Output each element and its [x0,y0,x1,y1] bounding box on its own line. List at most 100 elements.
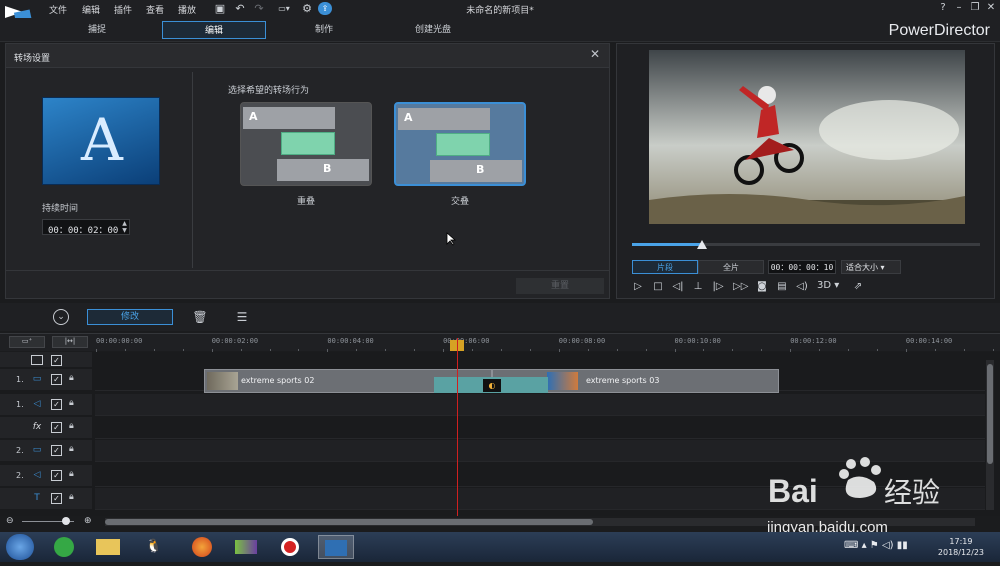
clip-thumbnail [547,372,578,390]
lock-icon[interactable]: 🔒︎ [69,444,74,454]
horizontal-scroll-thumb[interactable] [105,519,593,525]
movie-mode-button[interactable]: 全片 [698,260,764,274]
ruler-tick [934,349,936,351]
collapse-icon[interactable]: ⌄ [53,309,69,325]
fast-forward-icon[interactable]: ▷▷ [733,280,748,294]
track-header: T ✓ 🔒︎ [0,488,92,510]
powerdirector-taskbar-icon[interactable] [318,535,354,559]
file-explorer-icon[interactable] [90,535,126,559]
track-enable-checkbox[interactable]: ✓ [51,399,62,410]
tab-create-disc[interactable]: 创建光盘 [381,21,485,39]
overlap-option-button[interactable]: A B [240,102,372,186]
duration-field[interactable]: 00：00：02：00 ▲ ▼ [42,219,130,236]
next-frame-icon[interactable]: |▷ [711,280,725,294]
clip-b-block: B [277,159,369,181]
lock-icon[interactable]: 🔒︎ [69,421,74,431]
transition-block [281,132,335,155]
start-button-icon[interactable] [6,534,34,560]
ruler-label: 00:00:14:00 [905,337,953,345]
3d-mode-dropdown[interactable]: 3D ▾ [817,280,839,291]
track-header: 1. ▭ ✓ 🔒︎ [0,369,92,391]
recorder-icon[interactable] [272,535,308,559]
overlap-option-label: 重叠 [296,197,315,207]
ruler-tick [963,349,965,351]
track-lane[interactable] [95,417,985,439]
zoom-out-icon[interactable]: ⊖ [6,516,14,526]
duration-value[interactable]: 00：00：02：00 [48,223,118,236]
preview-scrubber[interactable] [632,243,980,246]
restore-icon[interactable]: ❐ [968,1,982,15]
ruler-tick [124,349,126,351]
transition-icon[interactable]: ◐ [483,379,501,392]
track-number: 2. [16,446,24,455]
zoom-handle[interactable] [62,517,70,525]
panel-header: 转场设置 ✕ [6,44,609,68]
clip-mode-button[interactable]: 片段 [632,260,698,274]
track-enable-checkbox[interactable]: ✓ [51,470,62,481]
delete-icon[interactable]: 🗑 [192,309,208,325]
zoom-in-icon[interactable]: ⊕ [84,516,92,526]
tab-produce[interactable]: 制作 [272,21,376,39]
cross-option-button[interactable]: A B [394,102,526,186]
track-enable-checkbox[interactable]: ✓ [51,422,62,433]
preview-timecode[interactable]: 00：00：00：10 [768,260,836,274]
brand-name: PowerDirector [888,22,990,39]
tab-capture[interactable]: 捕捉 [45,21,149,39]
all-tracks-icon[interactable] [31,355,43,365]
all-tracks-checkbox[interactable]: ✓ [51,355,62,366]
ruler-tick [414,349,416,351]
close-icon[interactable]: ✕ [984,1,998,15]
fit-timeline-icon[interactable]: |↔| [52,336,88,348]
ruler-tick [645,349,647,351]
play-icon[interactable]: ▷ [631,280,645,294]
timeline-zoom-slider[interactable]: ⊖ ⊕ [6,516,96,527]
audio-track-icon: ◁ [33,399,41,409]
ruler-tick [529,349,531,351]
track-lane[interactable] [95,394,985,416]
scrubber-handle[interactable] [697,240,707,249]
volume-icon[interactable]: ◁) [795,280,809,294]
ruler-tick [587,349,589,351]
previous-frame-icon[interactable]: ◁| [671,280,685,294]
fit-size-dropdown[interactable]: 适合大小 ▾ [841,260,901,274]
minimize-icon[interactable]: – [952,1,966,15]
undock-icon[interactable]: ⇗ [851,280,865,294]
lock-icon[interactable]: 🔒︎ [69,492,74,502]
system-tray[interactable]: ⌨ ▴ ⚑ ◁) ▮▮ [844,540,908,551]
track-manager-icon[interactable]: ▭⁺ [9,336,45,348]
duration-spinner-icon[interactable]: ▲ ▼ [119,220,130,234]
system-clock[interactable]: 17:19 2018/12/23 [938,536,984,558]
ruler-label: 00:00:10:00 [674,337,721,345]
transition-settings-panel: 转场设置 ✕ A 持续时间 00：00：02：00 ▲ ▼ 选择希望的转场行为 A… [5,43,610,299]
stop-icon[interactable]: □ [651,280,665,294]
subtitles-icon[interactable]: ▤ [775,280,789,294]
ruler-tick [298,349,300,351]
360-browser-icon[interactable] [46,535,82,559]
ruler-tick [385,349,387,351]
vertical-scroll-thumb[interactable] [987,364,993,464]
track-enable-checkbox[interactable]: ✓ [51,374,62,385]
lock-icon[interactable]: 🔒︎ [69,469,74,479]
media-player-icon[interactable] [228,535,264,559]
help-icon[interactable]: ? [936,1,950,15]
firefox-icon[interactable] [184,535,220,559]
more-functions-icon[interactable]: ☰ [234,309,250,325]
lock-icon[interactable]: 🔒︎ [69,398,74,408]
panel-footer-line [6,270,609,271]
tab-edit[interactable]: 编辑 [162,21,266,39]
clip-name: extreme sports 02 [241,376,315,385]
reset-button[interactable]: 重置 [516,278,604,294]
modify-button[interactable]: 修改 [87,309,173,325]
snapshot-icon[interactable]: ◙ [755,280,769,294]
split-icon[interactable]: ⊥ [691,280,705,294]
ruler-tick [732,349,734,351]
playhead-line[interactable] [457,338,458,516]
ruler-label: 00:00:00:00 [96,337,143,345]
3d-label: 3D [817,280,832,291]
track-enable-checkbox[interactable]: ✓ [51,445,62,456]
transition-block [436,133,490,156]
lock-icon[interactable]: 🔒︎ [69,373,74,383]
track-enable-checkbox[interactable]: ✓ [51,493,62,504]
qq-icon[interactable]: 🐧 [136,535,172,559]
close-panel-icon[interactable]: ✕ [590,47,600,61]
